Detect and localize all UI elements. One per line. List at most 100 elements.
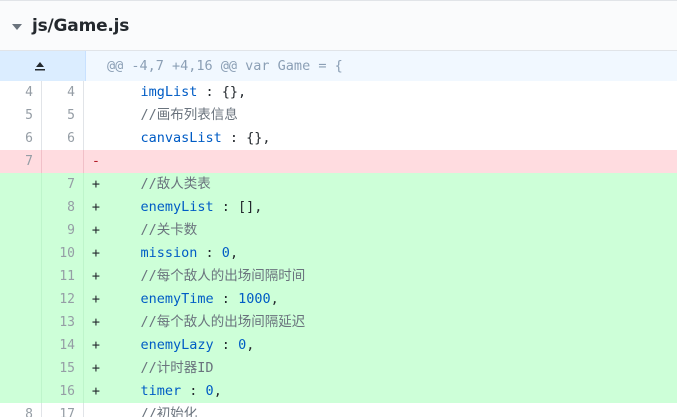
new-line-number[interactable]: 13 (42, 311, 84, 334)
old-line-number[interactable] (0, 311, 42, 334)
code-token: , (229, 245, 239, 261)
new-line-number[interactable]: 6 (42, 127, 84, 150)
added-line: 9 + //关卡数 (0, 219, 677, 242)
added-line: 11 + //每个敌人的出场间隔时间 (0, 265, 677, 288)
code-token: , (213, 383, 222, 399)
new-line-number[interactable]: 7 (42, 173, 84, 196)
context-line: 66 canvasList : {}, (0, 127, 677, 150)
diff-marker: + (84, 357, 108, 380)
added-line: 14 + enemyLazy : 0, (0, 334, 677, 357)
code-token: 0 (221, 245, 230, 261)
context-line: 44 imgList : {}, (0, 81, 677, 104)
chevron-down-icon[interactable] (12, 23, 22, 30)
new-line-number[interactable]: 10 (42, 242, 84, 265)
old-line-number[interactable] (0, 196, 42, 219)
diff-file-card: js/Game.js @@ -4,7 +4,16 @@ var Game = {… (0, 0, 677, 417)
new-line-number[interactable]: 17 (42, 403, 84, 417)
old-line-number[interactable] (0, 357, 42, 380)
old-line-number[interactable]: 7 (0, 150, 42, 173)
code-token: : (213, 291, 239, 307)
code-token: mission (108, 245, 198, 261)
code-token: enemyLazy (108, 337, 214, 353)
code-token: imgList (108, 84, 198, 100)
expand-cell[interactable] (0, 51, 86, 81)
old-line-number[interactable] (0, 219, 42, 242)
code-text: enemyTime : 1000, (108, 288, 677, 311)
old-line-number[interactable]: 8 (0, 403, 42, 417)
new-line-number[interactable]: 5 (42, 104, 84, 127)
diff-marker: + (84, 219, 108, 242)
code-token: 1000 (238, 291, 271, 307)
diff-table: @@ -4,7 +4,16 @@ var Game = { 44 imgList… (0, 51, 677, 417)
code-token: //计时器ID (108, 360, 214, 376)
code-token: : (213, 337, 239, 353)
new-line-number[interactable]: 15 (42, 357, 84, 380)
code-text: //初始化 (108, 403, 677, 417)
diff-marker: + (84, 311, 108, 334)
file-header[interactable]: js/Game.js (0, 1, 677, 51)
diff-marker (84, 127, 108, 150)
added-line: 10 + mission : 0, (0, 242, 677, 265)
hunk-header-row: @@ -4,7 +4,16 @@ var Game = { (0, 51, 677, 81)
context-line: 55 //画布列表信息 (0, 104, 677, 127)
code-text: //计时器ID (108, 357, 677, 380)
code-token: : {}, (221, 130, 271, 146)
diff-marker: + (84, 380, 108, 403)
added-line: 16 + timer : 0, (0, 380, 677, 403)
diff-marker: + (84, 288, 108, 311)
old-line-number[interactable] (0, 242, 42, 265)
code-text: //每个敌人的出场间隔时间 (108, 265, 677, 288)
code-text: //每个敌人的出场间隔延迟 (108, 311, 677, 334)
added-line: 12 + enemyTime : 1000, (0, 288, 677, 311)
code-token: enemyTime (108, 291, 214, 307)
diff-marker: + (84, 334, 108, 357)
code-text: timer : 0, (108, 380, 677, 403)
expand-up-icon[interactable] (34, 61, 46, 71)
code-token: : (181, 383, 206, 399)
code-text: canvasList : {}, (108, 127, 677, 150)
diff-marker: + (84, 196, 108, 219)
diff-marker: + (84, 265, 108, 288)
code-text: mission : 0, (108, 242, 677, 265)
code-token: //关卡数 (108, 222, 198, 238)
hunk-header: @@ -4,7 +4,16 @@ var Game = { (107, 58, 343, 74)
diff-marker (84, 403, 108, 417)
code-token: 0 (238, 337, 247, 353)
code-token: : {}, (197, 84, 247, 100)
old-line-number[interactable]: 5 (0, 104, 42, 127)
diff-marker (84, 104, 108, 127)
new-line-number[interactable]: 8 (42, 196, 84, 219)
new-line-number[interactable]: 9 (42, 219, 84, 242)
added-line: 7 + //敌人类表 (0, 173, 677, 196)
old-line-number[interactable] (0, 288, 42, 311)
added-line: 15 + //计时器ID (0, 357, 677, 380)
new-line-number[interactable]: 11 (42, 265, 84, 288)
code-text: //敌人类表 (108, 173, 677, 196)
old-line-number[interactable] (0, 380, 42, 403)
new-line-number[interactable]: 12 (42, 288, 84, 311)
old-line-number[interactable] (0, 173, 42, 196)
code-token: //每个敌人的出场间隔时间 (108, 268, 306, 284)
diff-marker: + (84, 173, 108, 196)
code-token: , (246, 337, 255, 353)
code-text: enemyLazy : 0, (108, 334, 677, 357)
old-line-number[interactable] (0, 334, 42, 357)
code-token: , (270, 291, 279, 307)
code-text: //关卡数 (108, 219, 677, 242)
code-token: : (197, 245, 222, 261)
diff-marker (84, 81, 108, 104)
code-token: timer (108, 383, 182, 399)
new-line-number[interactable]: 16 (42, 380, 84, 403)
code-text: imgList : {}, (108, 81, 677, 104)
code-token: enemyList (108, 199, 214, 215)
old-line-number[interactable]: 6 (0, 127, 42, 150)
diff-marker: + (84, 242, 108, 265)
new-line-number[interactable]: 14 (42, 334, 84, 357)
old-line-number[interactable] (0, 265, 42, 288)
file-path[interactable]: js/Game.js (32, 16, 129, 36)
old-line-number[interactable]: 4 (0, 81, 42, 104)
code-token: //初始化 (108, 406, 198, 417)
new-line-number[interactable]: 4 (42, 81, 84, 104)
new-line-number[interactable] (42, 150, 84, 173)
added-line: 8 + enemyList : [], (0, 196, 677, 219)
